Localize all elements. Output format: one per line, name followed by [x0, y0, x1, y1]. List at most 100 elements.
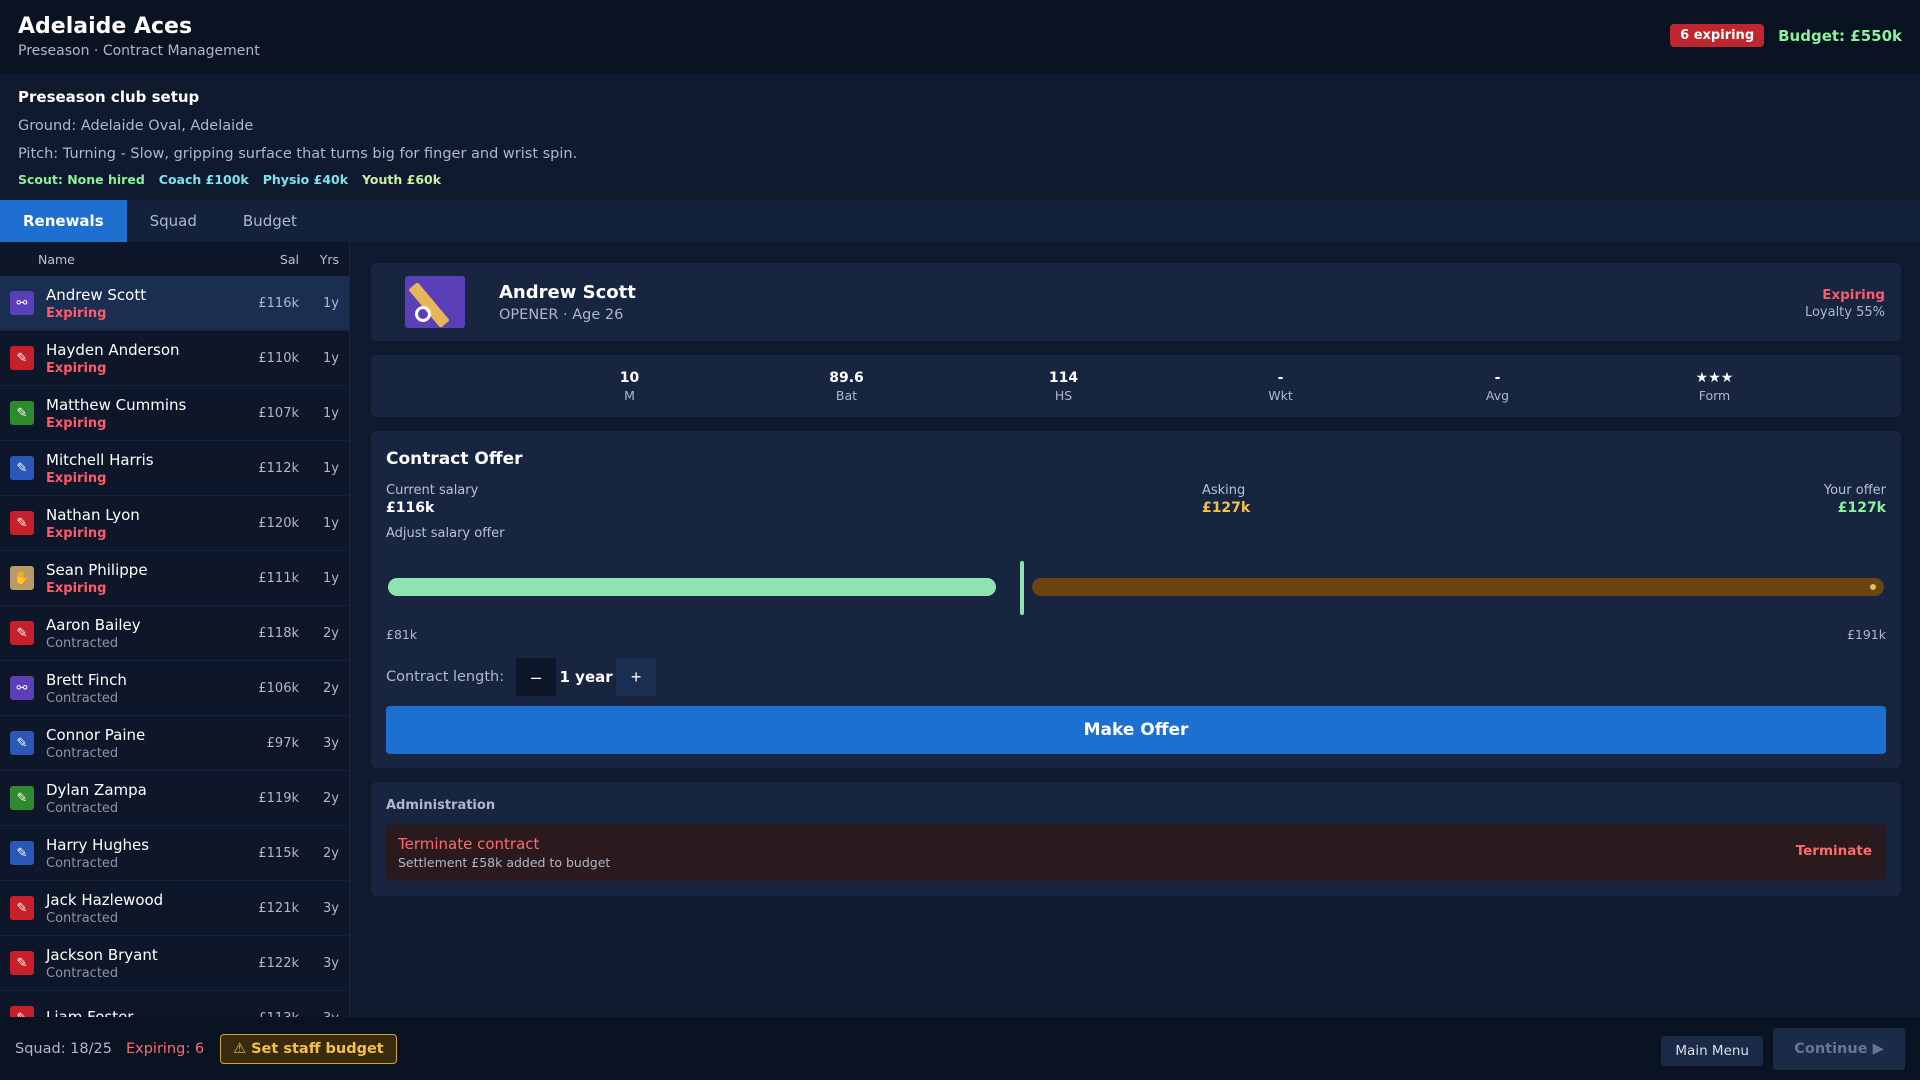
budget-display: Budget: £550k: [1778, 26, 1902, 45]
slider-handle[interactable]: [1020, 561, 1024, 615]
player-row-years: 3y: [323, 900, 339, 916]
expiring-count: Expiring: 6: [125, 1040, 205, 1057]
staff-youth: Youth £60k: [362, 172, 442, 187]
player-row-years: 2y: [323, 845, 339, 861]
staff-physio: Physio £40k: [262, 172, 349, 187]
player-role: OPENER · Age 26: [499, 306, 624, 323]
player-row-name: Jackson Bryant: [46, 945, 158, 964]
player-row-years: 2y: [323, 790, 339, 806]
ground-info: Ground: Adelaide Oval, Adelaide: [18, 118, 254, 134]
player-row-years: 1y: [323, 350, 339, 366]
staff-coach: Coach £100k: [158, 172, 249, 187]
player-row-salary: £97k: [266, 735, 299, 751]
stat-high-score: 114 HS: [1048, 369, 1079, 403]
ball-icon: ✎: [10, 1006, 34, 1017]
player-row-status: Expiring: [46, 525, 107, 541]
player-name: Andrew Scott: [499, 281, 636, 303]
ball-icon: ✎: [10, 346, 34, 370]
current-salary: Current salary £116k: [386, 483, 479, 516]
contract-status: Expiring: [1822, 287, 1885, 303]
player-row-name: Harry Hughes: [46, 835, 150, 854]
player-row-status: Expiring: [46, 360, 107, 376]
player-row-name: Hayden Anderson: [46, 340, 180, 359]
ball-icon: ✎: [10, 511, 34, 535]
player-row[interactable]: ✎ Hayden Anderson Expiring £110k 1y: [0, 331, 349, 386]
bat-ball-icon: ⚯: [10, 291, 34, 315]
main-menu-button[interactable]: Main Menu: [1661, 1036, 1763, 1066]
bat-icon: ✎: [10, 786, 34, 810]
expiring-badge: 6 expiring: [1670, 24, 1765, 47]
header-status: 6 expiring Budget: £550k: [1670, 24, 1902, 47]
adjust-label: Adjust salary offer: [386, 526, 505, 541]
player-detail: Andrew Scott OPENER · Age 26 Expiring Lo…: [371, 263, 1901, 896]
player-row-name: Sean Philippe: [46, 560, 148, 579]
terminate-button[interactable]: Terminate: [1796, 843, 1872, 859]
player-row[interactable]: ✎Liam Foster£113k3y: [0, 991, 349, 1017]
club-setup-panel: Preseason club setup Ground: Adelaide Ov…: [0, 74, 1920, 200]
player-row-name: Matthew Cummins: [46, 395, 187, 414]
salary-slider[interactable]: [386, 561, 1886, 615]
admin-title: Administration: [386, 798, 496, 813]
bat-icon: ✎: [10, 401, 34, 425]
ball-icon: ✎: [10, 896, 34, 920]
player-row[interactable]: ✎ Mitchell Harris Expiring £112k 1y: [0, 441, 349, 496]
player-row-status: Contracted: [46, 800, 119, 816]
player-row[interactable]: ✋ Sean Philippe Expiring £111k 1y: [0, 551, 349, 606]
player-row[interactable]: ✎ Dylan Zampa Contracted £119k 2y: [0, 771, 349, 826]
continue-button[interactable]: Continue ▶: [1773, 1028, 1905, 1070]
length-decrease-button[interactable]: –: [516, 658, 557, 696]
player-row-status: Contracted: [46, 855, 119, 871]
player-rows: ⚯ Andrew Scott Expiring £116k 1y ✎ Hayden Ande…: [0, 276, 349, 1017]
ball-icon: [415, 306, 431, 322]
player-row-salary: £115k: [258, 845, 299, 861]
club-title: Adelaide Aces: [18, 14, 193, 39]
player-row-salary: £122k: [258, 955, 299, 971]
player-row-status: Contracted: [46, 690, 119, 706]
asking-salary: Asking £127k: [1201, 483, 1251, 516]
player-row-salary: £107k: [258, 405, 299, 421]
ball-icon: ✎: [10, 621, 34, 645]
setup-title: Preseason club setup: [18, 88, 200, 106]
length-increase-button[interactable]: +: [616, 658, 657, 696]
page-subtitle: Preseason · Contract Management: [18, 43, 260, 59]
length-label: Contract length:: [386, 669, 505, 685]
player-row-salary: £118k: [258, 625, 299, 641]
player-row-status: Contracted: [46, 745, 119, 761]
player-row[interactable]: ✎ Jack Hazlewood Contracted £121k 3y: [0, 881, 349, 936]
slider-fill: [388, 578, 996, 596]
player-row-years: 1y: [323, 460, 339, 476]
tab-budget[interactable]: Budget: [220, 200, 320, 242]
make-offer-button[interactable]: Make Offer: [386, 706, 1886, 754]
player-stats: 10 M 89.6 Bat 114 HS - Wkt - Avg ★★★ Form: [371, 355, 1901, 417]
footer-bar: Squad: 18/25 Expiring: 6 ⚠ Set staff bud…: [0, 1017, 1920, 1080]
tab-renewals[interactable]: Renewals: [0, 200, 127, 242]
terminate-title: Terminate contract: [398, 835, 540, 853]
player-row-years: 2y: [323, 625, 339, 641]
terminate-contract-box: Terminate contract Settlement £58k added…: [386, 825, 1886, 881]
player-row[interactable]: ✎ Jackson Bryant Contracted £122k 3y: [0, 936, 349, 991]
player-row-status: Contracted: [46, 635, 119, 651]
your-offer: Your offer £127k: [1823, 483, 1886, 516]
player-row[interactable]: ✎ Aaron Bailey Contracted £118k 2y: [0, 606, 349, 661]
tab-bar: Renewals Squad Budget: [0, 200, 1920, 242]
slider-track: [1032, 578, 1884, 596]
player-row[interactable]: ✎ Connor Paine Contracted £97k 3y: [0, 716, 349, 771]
terminate-settlement: Settlement £58k added to budget: [398, 855, 611, 870]
player-card: Andrew Scott OPENER · Age 26 Expiring Lo…: [371, 263, 1901, 341]
player-row[interactable]: ✎ Harry Hughes Contracted £115k 2y: [0, 826, 349, 881]
player-row-name: Dylan Zampa: [46, 780, 147, 799]
player-list[interactable]: Name Sal Yrs ⚯ Andrew Scott Expiring £116k 1…: [0, 242, 350, 1017]
staff-scout: Scout: None hired: [18, 172, 145, 187]
player-row-years: 1y: [323, 405, 339, 421]
ball-icon: ✎: [10, 951, 34, 975]
player-row[interactable]: ⚯ Brett Finch Contracted £106k 2y: [0, 661, 349, 716]
bat-icon: ✎: [10, 456, 34, 480]
player-row[interactable]: ✎ Nathan Lyon Expiring £120k 1y: [0, 496, 349, 551]
player-row-name: Aaron Bailey: [46, 615, 141, 634]
player-row[interactable]: ⚯ Andrew Scott Expiring £116k 1y: [0, 276, 349, 331]
player-row[interactable]: ✎ Matthew Cummins Expiring £107k 1y: [0, 386, 349, 441]
tab-squad[interactable]: Squad: [127, 200, 220, 242]
player-row-salary: £119k: [258, 790, 299, 806]
player-row-salary: £120k: [258, 515, 299, 531]
set-staff-budget-button[interactable]: ⚠ Set staff budget: [220, 1033, 397, 1064]
